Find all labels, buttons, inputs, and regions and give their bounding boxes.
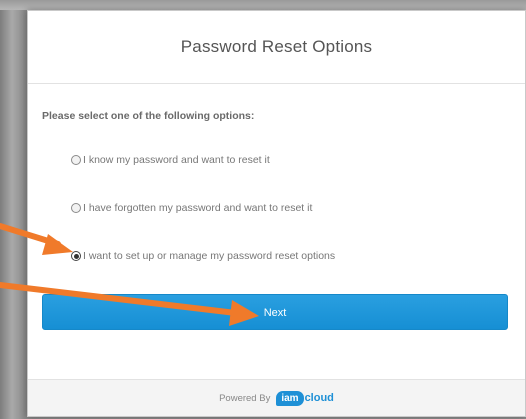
dialog-body: Please select one of the following optio…: [28, 110, 525, 264]
logo-iam-text: iam: [276, 390, 304, 406]
option-know-password[interactable]: I know my password and want to reset it: [71, 152, 511, 168]
dialog-header: Password Reset Options: [28, 11, 525, 84]
background-top-edge: [0, 0, 526, 10]
option-forgotten-password-label: I have forgotten my password and want to…: [83, 202, 313, 214]
powered-by-text: Powered By: [219, 392, 271, 404]
options-prompt: Please select one of the following optio…: [42, 110, 255, 122]
option-manage-reset-options[interactable]: I want to set up or manage my password r…: [71, 248, 511, 264]
iamcloud-logo: iam cloud: [276, 390, 334, 406]
next-button[interactable]: Next: [42, 294, 508, 330]
password-reset-dialog: Password Reset Options Please select one…: [27, 10, 526, 417]
dialog-footer: Powered By iam cloud: [28, 379, 525, 416]
option-manage-reset-options-label: I want to set up or manage my password r…: [83, 250, 336, 262]
reset-options-group: I know my password and want to reset it …: [42, 152, 511, 264]
option-know-password-label: I know my password and want to reset it: [83, 154, 270, 166]
radio-know-password[interactable]: [71, 155, 81, 165]
option-forgotten-password[interactable]: I have forgotten my password and want to…: [71, 200, 511, 216]
logo-cloud-text: cloud: [304, 392, 334, 404]
radio-manage-reset-options[interactable]: [71, 251, 81, 261]
radio-forgotten-password[interactable]: [71, 203, 81, 213]
dialog-title: Password Reset Options: [180, 37, 373, 56]
